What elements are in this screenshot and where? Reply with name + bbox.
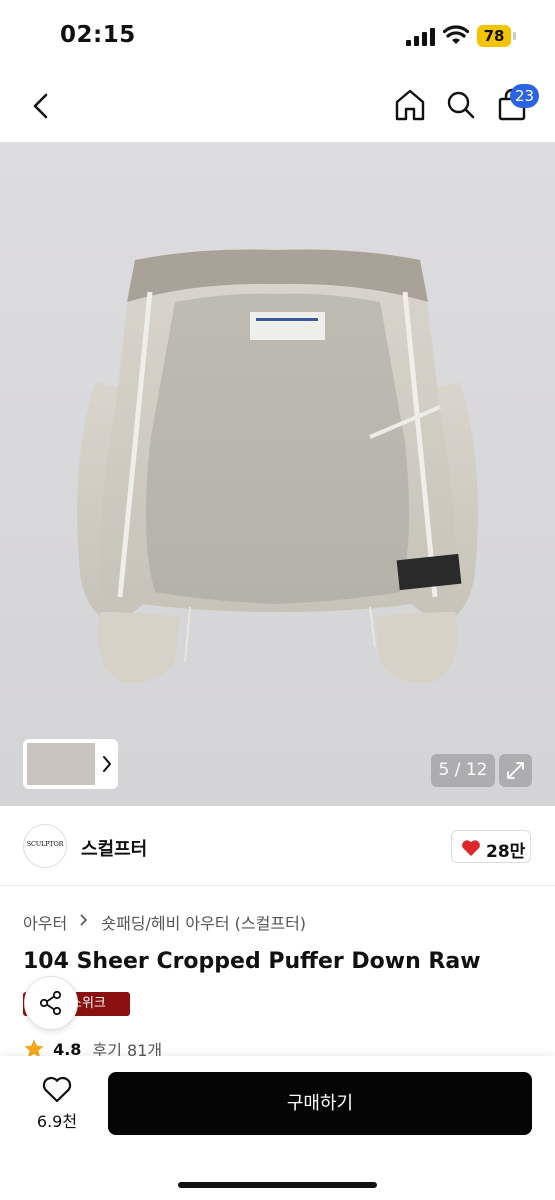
back-icon[interactable] — [28, 90, 54, 122]
product-photo-jacket — [77, 249, 478, 683]
brand-logo[interactable]: SCULPTOR — [23, 824, 67, 868]
chevron-right-icon — [80, 913, 88, 926]
cart-count-badge: 23 — [510, 84, 539, 108]
chevron-right-icon[interactable] — [101, 754, 113, 774]
breadcrumb: 아우터 숏패딩/헤비 아우터 (스컬프터) — [23, 910, 306, 934]
thumbnail-image[interactable] — [27, 743, 95, 785]
product-title: 104 Sheer Cropped Puffer Down Raw — [23, 949, 481, 974]
brand-logo-text: SCULPTOR — [26, 840, 64, 848]
wishlist-button[interactable]: 6.9천 — [28, 1072, 84, 1134]
share-button[interactable] — [24, 976, 78, 1030]
brand-like-count: 28만 — [486, 842, 526, 862]
expand-icon — [507, 762, 524, 779]
signal-icon — [406, 28, 435, 46]
brand-like-button[interactable]: 28만 — [451, 830, 531, 863]
bottom-action-bar: 6.9천 구매하기 — [0, 1056, 555, 1200]
brand-row[interactable]: SCULPTOR 스컬프터 28만 — [0, 806, 555, 886]
wifi-icon — [443, 25, 469, 44]
wishlist-count: 6.9천 — [36, 1112, 78, 1131]
status-time: 02:15 — [60, 22, 136, 48]
battery-level: 78 — [483, 27, 505, 45]
buy-button[interactable]: 구매하기 — [108, 1072, 532, 1135]
home-icon[interactable] — [394, 88, 426, 122]
breadcrumb-item[interactable]: 숏패딩/헤비 아우터 (스컬프터) — [101, 910, 306, 934]
thumbnail-strip[interactable] — [23, 739, 118, 789]
page-indicator: 5 / 12 — [431, 754, 495, 787]
home-indicator — [178, 1182, 377, 1188]
heart-outline-icon — [42, 1076, 72, 1103]
status-bar: 02:15 78 — [0, 0, 555, 72]
heart-filled-icon — [462, 840, 480, 856]
breadcrumb-item[interactable]: 아우터 — [23, 910, 67, 934]
product-image-gallery[interactable]: 5 / 12 — [0, 142, 555, 806]
brand-name[interactable]: 스컬프터 — [81, 835, 147, 861]
expand-button[interactable] — [499, 754, 532, 787]
nav-bar — [0, 72, 555, 142]
battery-icon: 78 — [477, 25, 517, 47]
share-icon — [39, 990, 62, 1016]
search-icon[interactable] — [446, 89, 476, 121]
